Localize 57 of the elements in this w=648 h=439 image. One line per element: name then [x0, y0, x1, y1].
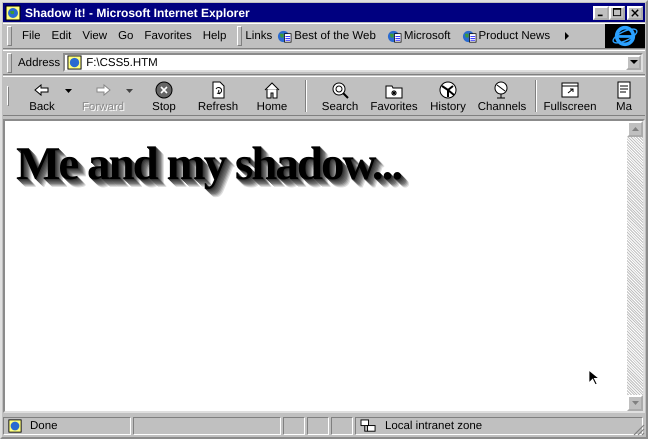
status-text: Done [30, 420, 58, 432]
web-page-icon [386, 28, 402, 44]
scroll-up-button[interactable] [627, 121, 643, 137]
toolbar-button[interactable]: Home [247, 80, 297, 112]
caret-icon [630, 60, 638, 65]
menu-item[interactable]: Help [198, 30, 234, 42]
web-page-icon [277, 28, 292, 44]
fullscreen-icon [560, 80, 580, 100]
home-icon [262, 80, 282, 100]
page-heading: Me and my shadow... [16, 137, 402, 191]
stop-icon [154, 80, 174, 100]
menu-item[interactable]: Go [114, 30, 140, 42]
status-pane [331, 417, 353, 435]
toolbar-button[interactable]: Back [17, 80, 67, 112]
menu-item[interactable]: Favorites [140, 30, 199, 42]
status-pane [283, 417, 305, 435]
maximize-button[interactable] [609, 6, 625, 20]
address-label: Address [18, 56, 60, 68]
close-button[interactable] [627, 6, 643, 20]
menu-item[interactable]: Edit [48, 30, 78, 42]
link-button[interactable]: Best of the Web [277, 28, 376, 44]
toolbar-button[interactable]: Favorites [369, 80, 419, 112]
address-field[interactable]: F:\CSS5.HTM [63, 53, 643, 72]
menu-item[interactable]: File [18, 30, 48, 42]
caret-icon [65, 89, 72, 93]
menu-item[interactable]: View [78, 30, 114, 42]
toolbar-button[interactable]: Search [315, 80, 365, 112]
caret-icon [126, 89, 133, 93]
toolbar-button[interactable]: Channels [477, 80, 527, 112]
toolbar-button[interactable]: Refresh [193, 80, 243, 112]
down-arrow-icon [632, 401, 638, 405]
maximize-icon [612, 8, 622, 17]
toolbar-button[interactable]: Stop [139, 80, 189, 112]
pointer-icon [588, 369, 599, 386]
links-label: Links [245, 30, 272, 42]
dropdown-arrow-icon[interactable] [65, 89, 72, 93]
network-icon [360, 418, 377, 434]
page-icon [67, 55, 82, 70]
toolbar-button[interactable]: History [423, 80, 473, 112]
browser-icon [5, 4, 21, 20]
toolbar-button[interactable]: Ma [599, 80, 646, 112]
close-icon [631, 8, 639, 16]
dropdown-button[interactable] [626, 55, 641, 70]
up-arrow-icon [632, 127, 638, 131]
window-title: Shadow it! - Microsoft Internet Explorer [25, 6, 251, 20]
link-button[interactable]: Microsoft [386, 28, 451, 44]
minimize-button[interactable] [593, 6, 609, 20]
zone-text: Local intranet zone [385, 420, 482, 432]
web-page-icon [462, 28, 477, 44]
search-icon [330, 80, 350, 100]
vertical-scrollbar[interactable] [627, 121, 643, 411]
link-button[interactable]: Product News [462, 28, 550, 44]
resize-grip-icon[interactable] [633, 424, 645, 436]
status-pane [307, 417, 329, 435]
page-icon [8, 419, 22, 433]
toolbar-button[interactable]: Fullscreen [545, 80, 595, 112]
scroll-down-button[interactable] [627, 395, 643, 411]
